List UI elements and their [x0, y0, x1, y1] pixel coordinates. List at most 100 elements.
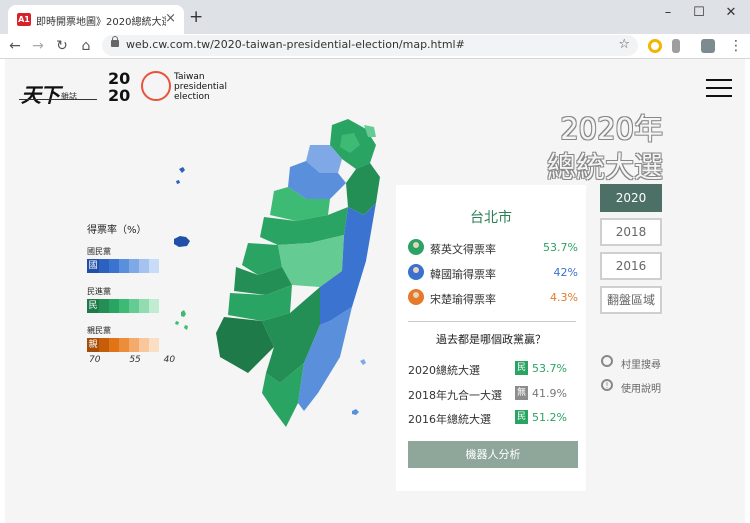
legend-swatch	[109, 338, 119, 352]
hamburger-menu-icon[interactable]	[703, 76, 735, 100]
maximize-icon[interactable]: ☐	[689, 5, 709, 21]
page-title-line2: 總統大選	[546, 150, 663, 184]
map-region-matsu[interactable]	[176, 167, 185, 184]
legend-title: 得票率（%）	[87, 225, 147, 236]
new-tab-plus-icon[interactable]: +	[189, 8, 203, 26]
candidate-avatar-icon	[408, 289, 424, 305]
legend-swatch	[99, 299, 109, 313]
candidate-pct: 42%	[553, 266, 578, 279]
flip-region-button[interactable]: 翻盤區域	[600, 286, 662, 314]
candidate-avatar-icon	[408, 264, 424, 280]
legend-pfp-badge: 親	[87, 338, 99, 352]
county-info-card: 台北市 蔡英文得票率 53.7% 韓國瑜得票率 42% 宋楚瑜得票率 4.3% …	[396, 185, 586, 491]
lock-icon	[111, 36, 119, 47]
candidate-avatar-icon	[408, 239, 424, 255]
legend-dpp-scale: 民	[87, 299, 163, 313]
legend-dpp-label: 民進黨	[87, 287, 111, 296]
microphone-icon[interactable]	[672, 39, 680, 53]
extension-icon[interactable]	[701, 39, 715, 53]
election-logo-circle-icon	[141, 71, 171, 101]
election-logo-line2: presidential	[174, 82, 227, 92]
history-label: 2018年九合一大選	[408, 389, 502, 402]
legend-pfp-scale: 親	[87, 338, 163, 352]
legend-swatch	[119, 338, 129, 352]
legend-swatch	[149, 338, 159, 352]
legend-swatch	[139, 338, 149, 352]
history-row: 2016年總統大選 民 51.2%	[408, 410, 578, 426]
candidate-row-han: 韓國瑜得票率 42%	[408, 264, 578, 282]
candidate-name: 宋楚瑜得票率	[430, 293, 496, 306]
legend-swatch	[149, 299, 159, 313]
more-menu-icon[interactable]: ⋮	[727, 36, 745, 56]
legend-pfp-label: 親民黨	[87, 326, 111, 335]
legend-kmt-badge: 國	[87, 259, 99, 273]
bookmark-star-icon[interactable]: ☆	[618, 37, 630, 52]
url-text[interactable]: web.cw.com.tw/2020-taiwan-presidential-e…	[126, 38, 465, 51]
election-logo-line1: Taiwan	[174, 72, 205, 82]
minimize-icon[interactable]: –	[658, 5, 678, 21]
legend-swatch	[99, 259, 109, 273]
year-button-2020[interactable]: 2020	[600, 184, 662, 212]
window-close-icon[interactable]: ✕	[721, 5, 741, 21]
map-region-orchid-island[interactable]	[352, 409, 359, 415]
legend-dpp-badge: 民	[87, 299, 99, 313]
cw-magazine-logo[interactable]: 天下	[21, 79, 60, 108]
year-button-2016[interactable]: 2016	[600, 252, 662, 280]
history-row: 2018年九合一大選 無 41.9%	[408, 386, 578, 402]
history-row: 2020總統大選 民 53.7%	[408, 361, 578, 377]
legend-ticks: 70 55 40	[89, 355, 175, 365]
map-region-kinmen[interactable]	[174, 236, 190, 247]
candidate-row-soong: 宋楚瑜得票率 4.3%	[408, 289, 578, 307]
year-button-2018[interactable]: 2018	[600, 218, 662, 246]
history-pct: 51.2%	[532, 411, 567, 424]
robot-analysis-button[interactable]: 機器人分析	[408, 441, 578, 468]
search-icon	[601, 355, 613, 367]
history-pct: 53.7%	[532, 362, 567, 375]
menu-bar-line	[706, 87, 732, 89]
candidate-pct: 53.7%	[543, 241, 578, 254]
tab-title: 即時開票地圖》2020總統大選	[36, 17, 166, 28]
legend-swatch	[129, 299, 139, 313]
home-icon[interactable]: ⌂	[77, 36, 95, 56]
page-title-line1: 2020年	[560, 112, 663, 146]
selected-city-name: 台北市	[470, 210, 512, 226]
address-bar[interactable]: web.cw.com.tw/2020-taiwan-presidential-e…	[102, 35, 638, 56]
extension-chrome-icon[interactable]	[648, 39, 662, 53]
candidate-name: 韓國瑜得票率	[430, 268, 496, 281]
candidate-pct: 4.3%	[550, 291, 578, 304]
browser-tab[interactable]: A1 即時開票地圖》2020總統大選 ×	[8, 5, 184, 34]
menu-bar-line	[706, 95, 732, 97]
back-arrow-icon[interactable]: ←	[6, 36, 24, 56]
reload-icon[interactable]: ↻	[53, 36, 71, 56]
card-divider	[408, 321, 576, 322]
history-label: 2016年總統大選	[408, 413, 491, 426]
info-icon: !	[601, 379, 613, 391]
logo-underline	[19, 99, 97, 100]
legend-swatch	[149, 259, 159, 273]
legend-tick: 55	[129, 355, 141, 365]
legend-kmt-scale: 國	[87, 259, 163, 273]
legend-swatch	[139, 259, 149, 273]
menu-bar-line	[706, 79, 732, 81]
browser-tab-bar: A1 即時開票地圖》2020總統大選 × + – ☐ ✕	[0, 0, 750, 34]
forward-arrow-icon[interactable]: →	[29, 36, 47, 56]
history-title: 過去都是哪個政黨贏？	[436, 333, 546, 346]
help-label: 使用說明	[621, 384, 661, 395]
taiwan-election-map[interactable]	[170, 111, 390, 431]
legend-swatch	[109, 259, 119, 273]
party-badge: 民	[515, 361, 528, 375]
election-logo-line3: election	[174, 92, 210, 102]
legend-swatch	[109, 299, 119, 313]
map-region-green-island[interactable]	[360, 359, 366, 365]
party-badge: 民	[515, 410, 528, 424]
map-region-penghu[interactable]	[175, 310, 188, 330]
election-logo-year-bottom: 20	[108, 86, 131, 105]
legend-swatch	[129, 259, 139, 273]
page-content: 天下 雜誌 20 20 Taiwan presidential election…	[5, 59, 745, 523]
tab-close-icon[interactable]: ×	[165, 11, 176, 27]
candidate-row-tsai: 蔡英文得票率 53.7%	[408, 239, 578, 257]
legend-swatch	[119, 299, 129, 313]
village-search-label: 村里搜尋	[621, 360, 661, 371]
candidate-name: 蔡英文得票率	[430, 243, 496, 256]
legend-swatch	[99, 338, 109, 352]
